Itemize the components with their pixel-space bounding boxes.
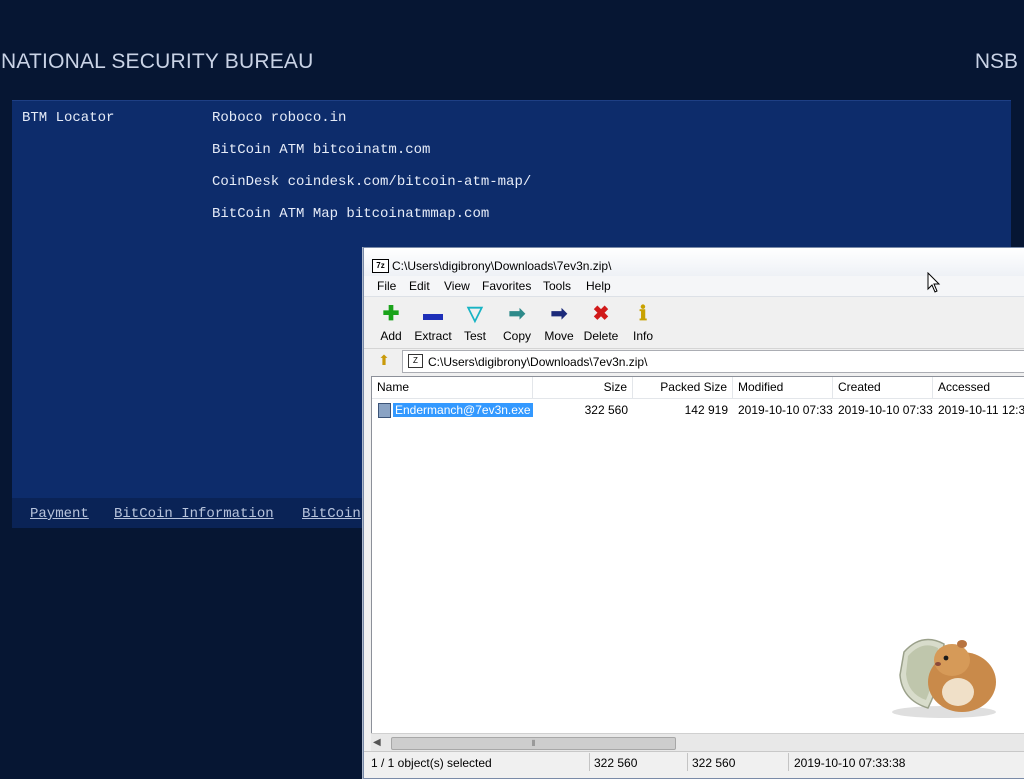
file-size: 322 560 xyxy=(584,403,628,417)
column-header-name[interactable]: Name xyxy=(372,377,533,398)
7zip-app-icon: 7z xyxy=(372,259,389,273)
mouse-cursor-icon xyxy=(927,272,941,293)
delete-button[interactable]: ✖ Delete xyxy=(581,303,621,343)
horizontal-scrollbar[interactable]: ◀ ⦀ xyxy=(371,733,1024,751)
test-label: Test xyxy=(463,329,486,343)
add-label: Add xyxy=(380,329,402,343)
column-header-packed-size[interactable]: Packed Size xyxy=(633,377,733,398)
file-accessed: 2019-10-11 12:31 xyxy=(938,403,1024,417)
btm-locator-label: BTM Locator xyxy=(22,110,115,126)
file-name[interactable]: Endermanch@7ev3n.exe xyxy=(392,402,534,418)
path-text: C:\Users\digibrony\Downloads\7ev3n.zip\ xyxy=(428,355,648,369)
locator-link-bitcoinatm[interactable]: BitCoin ATM bitcoinatm.com xyxy=(212,142,430,158)
add-button[interactable]: ✚ Add xyxy=(371,303,411,343)
delete-x-icon: ✖ xyxy=(592,303,610,325)
column-header-size[interactable]: Size xyxy=(533,377,633,398)
table-row[interactable]: Endermanch@7ev3n.exe xyxy=(392,401,534,419)
move-arrow-icon: ➡ xyxy=(550,303,568,325)
menu-view[interactable]: View xyxy=(444,279,470,293)
info-icon: ℹ xyxy=(639,303,647,325)
archive-icon: Z xyxy=(408,354,423,368)
locator-link-roboco[interactable]: Roboco roboco.in xyxy=(212,110,346,126)
status-separator xyxy=(788,753,789,771)
extract-button[interactable]: ▬ Extract xyxy=(413,303,453,343)
status-separator xyxy=(589,753,590,771)
column-headers: Name Size Packed Size Modified Created A… xyxy=(372,377,1024,399)
column-header-created[interactable]: Created xyxy=(833,377,933,398)
move-label: Move xyxy=(544,329,574,343)
exe-file-icon xyxy=(378,403,391,418)
footer-link-bitcoin[interactable]: BitCoin xyxy=(302,506,361,522)
copy-button[interactable]: ➡ Copy xyxy=(497,303,537,343)
copy-label: Copy xyxy=(502,329,531,343)
plus-icon: ✚ xyxy=(382,303,400,325)
window-title: C:\Users\digibrony\Downloads\7ev3n.zip\ xyxy=(392,259,612,273)
page-title: NATIONAL SECURITY BUREAU xyxy=(1,50,314,73)
path-input[interactable]: Z C:\Users\digibrony\Downloads\7ev3n.zip… xyxy=(402,350,1024,373)
menu-favorites[interactable]: Favorites xyxy=(482,279,531,293)
file-modified: 2019-10-10 07:33 xyxy=(738,403,833,417)
locator-link-coindesk[interactable]: CoinDesk coindesk.com/bitcoin-atm-map/ xyxy=(212,174,531,190)
column-header-accessed[interactable]: Accessed xyxy=(933,377,1024,398)
menu-edit[interactable]: Edit xyxy=(409,279,430,293)
status-separator xyxy=(687,753,688,771)
scroll-left-icon[interactable]: ◀ xyxy=(373,737,381,748)
scrollbar-thumb[interactable]: ⦀ xyxy=(391,737,676,750)
site-abbreviation: NSB xyxy=(974,50,1018,73)
window-titlebar[interactable]: 7z C:\Users\digibrony\Downloads\7ev3n.zi… xyxy=(364,248,1024,277)
file-created: 2019-10-10 07:33 xyxy=(838,403,933,417)
footer-link-payment[interactable]: Payment xyxy=(30,506,89,522)
check-down-icon: ▽ xyxy=(467,303,483,325)
move-button[interactable]: ➡ Move xyxy=(539,303,579,343)
folder-up-icon[interactable]: ⬆ xyxy=(376,352,392,368)
menu-file[interactable]: File xyxy=(377,279,396,293)
hamster-mascot-icon xyxy=(892,638,996,718)
menu-tools[interactable]: Tools xyxy=(543,279,571,293)
delete-label: Delete xyxy=(583,329,619,343)
test-button[interactable]: ▽ Test xyxy=(455,303,495,343)
menu-help[interactable]: Help xyxy=(586,279,611,293)
locator-link-bitcoinatmmap[interactable]: BitCoin ATM Map bitcoinatmmap.com xyxy=(212,206,489,222)
footer-link-bitcoin-information[interactable]: BitCoin Information xyxy=(114,506,274,522)
extract-label: Extract xyxy=(414,329,452,343)
info-button[interactable]: ℹ Info xyxy=(623,303,663,343)
column-header-modified[interactable]: Modified xyxy=(733,377,833,398)
info-label: Info xyxy=(632,329,653,343)
minus-icon: ▬ xyxy=(423,303,443,325)
file-packed-size: 142 919 xyxy=(684,403,728,417)
path-bar: ⬆ Z C:\Users\digibrony\Downloads\7ev3n.z… xyxy=(372,350,1024,373)
copy-arrow-icon: ➡ xyxy=(508,303,526,325)
